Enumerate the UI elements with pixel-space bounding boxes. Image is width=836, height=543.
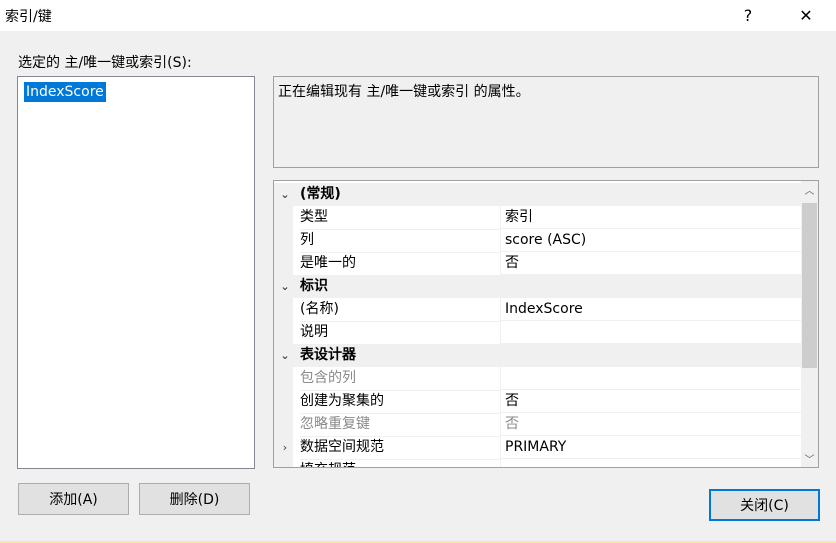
- collapse-chevron-icon[interactable]: ⌄: [278, 183, 292, 206]
- property-grid[interactable]: ⌄ (常规) 类型 索引列 score (ASC) 是唯一的否 ⌄ 标识 (名称) IndexSc…: [273, 180, 819, 468]
- property-value[interactable]: 否: [500, 413, 801, 436]
- grid-property-row[interactable]: 忽略重复键否: [274, 413, 801, 437]
- grid-property-row[interactable]: (名称) IndexScore: [274, 298, 801, 322]
- property-name: 数据空间规范: [300, 436, 500, 460]
- property-grid-rows: ⌄ (常规) 类型 索引列 score (ASC) 是唯一的否 ⌄ 标识 (名称) IndexSc…: [274, 183, 801, 467]
- grid-property-row[interactable]: 说明: [274, 321, 801, 345]
- expand-chevron-icon: [278, 252, 292, 275]
- add-button[interactable]: 添加(A): [18, 483, 129, 515]
- collapse-chevron-icon[interactable]: ⌄: [278, 344, 292, 367]
- property-name: (名称): [300, 298, 500, 322]
- help-button[interactable]: ?: [725, 0, 771, 31]
- list-item[interactable]: IndexScore: [24, 82, 106, 102]
- grid-property-row[interactable]: › 数据空间规范 PRIMARY: [274, 436, 801, 460]
- collapse-chevron-icon[interactable]: ⌄: [278, 275, 292, 298]
- property-value[interactable]: PRIMARY: [500, 436, 801, 459]
- property-value[interactable]: [500, 459, 801, 467]
- property-name: 填充规范: [300, 459, 500, 467]
- expand-chevron-icon: [278, 206, 292, 229]
- delete-button[interactable]: 删除(D): [139, 483, 250, 515]
- description-text: 正在编辑现有 主/唯一键或索引 的属性。: [278, 84, 530, 100]
- property-name: 表设计器: [300, 347, 356, 363]
- expand-chevron-icon: [278, 321, 292, 344]
- grid-property-row[interactable]: 列 score (ASC): [274, 229, 801, 253]
- help-icon: ?: [743, 6, 753, 25]
- expand-chevron-icon: [278, 229, 292, 252]
- property-value[interactable]: [500, 367, 801, 390]
- property-name: 说明: [300, 321, 500, 345]
- grid-property-row[interactable]: 是唯一的否: [274, 252, 801, 276]
- grid-property-row[interactable]: 类型 索引: [274, 206, 801, 230]
- property-value[interactable]: score (ASC): [500, 229, 801, 252]
- scroll-down-icon[interactable]: ﹀: [801, 450, 818, 467]
- title-bar: 索引/键 ? ✕: [0, 0, 836, 31]
- property-name: (常规): [300, 186, 341, 202]
- description-box: 正在编辑现有 主/唯一键或索引 的属性。: [273, 76, 819, 168]
- expand-chevron-icon: [278, 367, 292, 390]
- expand-chevron-icon[interactable]: ›: [278, 459, 292, 467]
- property-name: 包含的列: [300, 367, 500, 391]
- grid-property-row[interactable]: 创建为聚集的否: [274, 390, 801, 414]
- property-name: 是唯一的: [300, 252, 500, 276]
- index-list-label: 选定的 主/唯一键或索引(S):: [18, 55, 192, 71]
- window-title: 索引/键: [5, 9, 52, 25]
- grid-category-row[interactable]: ⌄ 表设计器: [274, 344, 801, 367]
- property-value[interactable]: IndexScore: [500, 298, 801, 321]
- expand-chevron-icon: [278, 413, 292, 436]
- property-name: 忽略重复键: [300, 413, 500, 437]
- window-close-button[interactable]: ✕: [783, 0, 829, 31]
- vertical-scrollbar[interactable]: ︿ ﹀: [801, 181, 818, 467]
- grid-category-row[interactable]: ⌄ 标识: [274, 275, 801, 298]
- close-icon: ✕: [799, 6, 813, 25]
- property-value[interactable]: 否: [500, 252, 801, 275]
- index-listbox[interactable]: IndexScore: [17, 76, 255, 469]
- expand-chevron-icon: [278, 298, 292, 321]
- property-value[interactable]: 索引: [500, 206, 801, 229]
- property-name: 创建为聚集的: [300, 390, 500, 414]
- expand-chevron-icon: [278, 390, 292, 413]
- property-name: 类型: [300, 206, 500, 230]
- scroll-thumb[interactable]: [802, 203, 817, 368]
- property-name: 标识: [300, 278, 328, 294]
- close-button[interactable]: 关闭(C): [709, 489, 820, 521]
- property-name: 列: [300, 229, 500, 253]
- grid-property-row[interactable]: 包含的列: [274, 367, 801, 391]
- scroll-up-icon[interactable]: ︿: [801, 181, 818, 198]
- grid-category-row[interactable]: ⌄ (常规): [274, 183, 801, 206]
- property-value[interactable]: 否: [500, 390, 801, 413]
- expand-chevron-icon[interactable]: ›: [278, 436, 292, 459]
- grid-property-row[interactable]: › 填充规范: [274, 459, 801, 467]
- property-value[interactable]: [500, 321, 801, 344]
